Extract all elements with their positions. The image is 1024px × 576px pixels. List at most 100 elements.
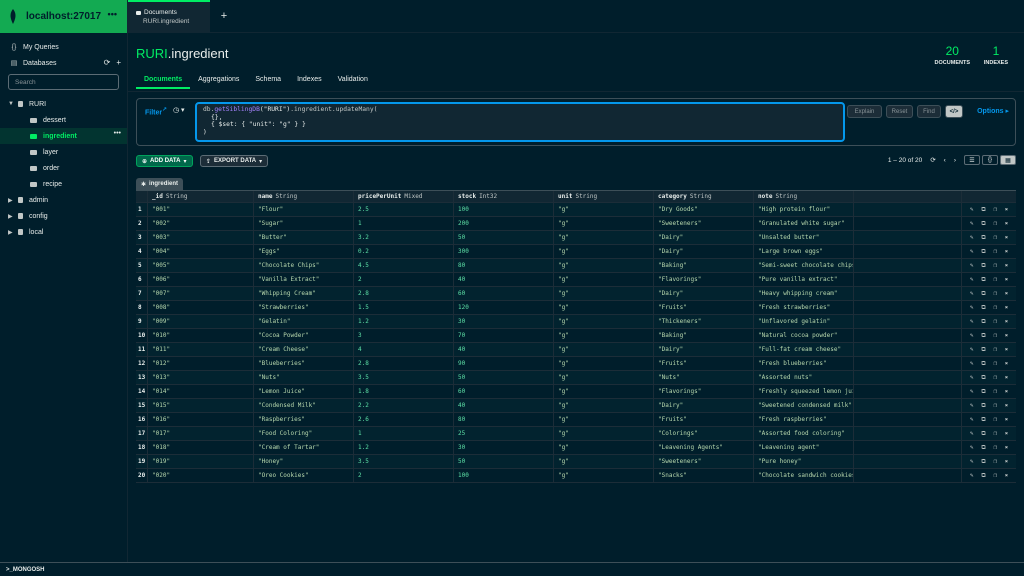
filter-label[interactable]: Filter↗	[145, 107, 167, 116]
cell-note[interactable]: "Assorted nuts"	[754, 371, 854, 384]
cell-stock[interactable]: 25	[454, 427, 554, 440]
cell-price-per-unit[interactable]: 2	[354, 273, 454, 286]
cell-category[interactable]: "Sweeteners"	[654, 217, 754, 230]
edit-icon[interactable]: ✎	[970, 416, 974, 423]
tab-documents[interactable]: Documents RURI.ingredient	[128, 0, 210, 32]
edit-icon[interactable]: ✎	[970, 220, 974, 227]
tab-documents-view[interactable]: Documents	[136, 71, 191, 89]
cell-name[interactable]: "Vanilla Extract"	[254, 273, 354, 286]
sidebar-collection-ingredient[interactable]: ingredient •••	[0, 128, 127, 144]
clone-icon[interactable]: ❐	[994, 234, 998, 241]
cell-stock[interactable]: 40	[454, 343, 554, 356]
query-history-button[interactable]: ◷ ▾	[173, 106, 185, 114]
cell-category[interactable]: "Flavorings"	[654, 273, 754, 286]
explain-button[interactable]: Explain	[847, 105, 882, 118]
cell-stock[interactable]: 90	[454, 357, 554, 370]
sidebar-collection-recipe[interactable]: recipe	[0, 176, 127, 192]
cell-id[interactable]: "002"	[148, 217, 254, 230]
refresh-icon[interactable]: ⟳	[930, 156, 935, 164]
sidebar-item-my-queries[interactable]: {} My Queries	[0, 39, 127, 55]
delete-icon[interactable]: ✖	[1005, 221, 1008, 227]
cell-unit[interactable]: "g"	[554, 287, 654, 300]
header-id[interactable]: _id String	[148, 191, 254, 202]
cell-name[interactable]: "Butter"	[254, 231, 354, 244]
cell-note[interactable]: "Fresh raspberries"	[754, 413, 854, 426]
cell-name[interactable]: "Gelatin"	[254, 315, 354, 328]
clone-icon[interactable]: ❐	[994, 276, 998, 283]
cell-name[interactable]: "Blueberries"	[254, 357, 354, 370]
header-name[interactable]: name String	[254, 191, 354, 202]
cell-category[interactable]: "Baking"	[654, 259, 754, 272]
cell-note[interactable]: "Heavy whipping cream"	[754, 287, 854, 300]
cell-name[interactable]: "Strawberries"	[254, 301, 354, 314]
cell-stock[interactable]: 50	[454, 231, 554, 244]
cell-category[interactable]: "Dairy"	[654, 231, 754, 244]
header-category[interactable]: category String	[654, 191, 754, 202]
cell-price-per-unit[interactable]: 2.2	[354, 399, 454, 412]
cell-category[interactable]: "Dry Goods"	[654, 203, 754, 216]
header-note[interactable]: note String	[754, 191, 854, 202]
connection-header[interactable]: localhost:27017 •••	[0, 0, 127, 33]
edit-icon[interactable]: ✎	[970, 430, 974, 437]
cell-name[interactable]: "Nuts"	[254, 371, 354, 384]
edit-icon[interactable]: ✎	[970, 444, 974, 451]
filter-editor[interactable]: db.getSiblingDB("RURI").ingredient.updat…	[195, 102, 845, 142]
table-row[interactable]: 16 "016" "Raspberries" 2.6 80 "g" "Fruits" "Fre…	[136, 413, 1016, 427]
delete-icon[interactable]: ✖	[1005, 277, 1008, 283]
cell-price-per-unit[interactable]: 2.5	[354, 203, 454, 216]
delete-icon[interactable]: ✖	[1005, 291, 1008, 297]
cell-unit[interactable]: "g"	[554, 343, 654, 356]
copy-icon[interactable]: ⧉	[981, 220, 985, 228]
cell-id[interactable]: "012"	[148, 357, 254, 370]
refresh-icon[interactable]: ⟳	[104, 58, 111, 67]
table-row[interactable]: 13 "013" "Nuts" 3.5 50 "g" "Nuts" "Assorted nut…	[136, 371, 1016, 385]
cell-id[interactable]: "005"	[148, 259, 254, 272]
cell-category[interactable]: "Leavening Agents"	[654, 441, 754, 454]
cell-price-per-unit[interactable]: 1	[354, 217, 454, 230]
cell-stock[interactable]: 80	[454, 259, 554, 272]
cell-price-per-unit[interactable]: 1.8	[354, 385, 454, 398]
cell-note[interactable]: "Pure vanilla extract"	[754, 273, 854, 286]
edit-icon[interactable]: ✎	[970, 304, 974, 311]
cell-name[interactable]: "Oreo Cookies"	[254, 469, 354, 482]
cell-unit[interactable]: "g"	[554, 455, 654, 468]
delete-icon[interactable]: ✖	[1005, 389, 1008, 395]
cell-note[interactable]: "Unflavored gelatin"	[754, 315, 854, 328]
copy-icon[interactable]: ⧉	[981, 388, 985, 396]
edit-icon[interactable]: ✎	[970, 402, 974, 409]
cell-stock[interactable]: 60	[454, 287, 554, 300]
cell-category[interactable]: "Nuts"	[654, 371, 754, 384]
cell-note[interactable]: "Fresh strawberries"	[754, 301, 854, 314]
copy-icon[interactable]: ⧉	[981, 346, 985, 354]
sidebar-db-admin[interactable]: ▶ admin	[0, 192, 127, 208]
copy-icon[interactable]: ⧉	[981, 304, 985, 312]
table-row[interactable]: 7 "007" "Whipping Cream" 2.8 60 "g" "Dairy" "He…	[136, 287, 1016, 301]
cell-id[interactable]: "004"	[148, 245, 254, 258]
table-row[interactable]: 15 "015" "Condensed Milk" 2.2 40 "g" "Dairy" "S…	[136, 399, 1016, 413]
clone-icon[interactable]: ❐	[994, 262, 998, 269]
cell-note[interactable]: "Leavening agent"	[754, 441, 854, 454]
table-row[interactable]: 1 "001" "Flour" 2.5 100 "g" "Dry Goods" "High p…	[136, 203, 1016, 217]
edit-icon[interactable]: ✎	[970, 374, 974, 381]
cell-price-per-unit[interactable]: 3	[354, 329, 454, 342]
cell-stock[interactable]: 50	[454, 455, 554, 468]
cell-unit[interactable]: "g"	[554, 273, 654, 286]
sidebar-db-local[interactable]: ▶ local	[0, 224, 127, 240]
connection-menu-icon[interactable]: •••	[108, 9, 117, 19]
cell-unit[interactable]: "g"	[554, 329, 654, 342]
clone-icon[interactable]: ❐	[994, 374, 998, 381]
edit-icon[interactable]: ✎	[970, 472, 974, 479]
tab-aggregations[interactable]: Aggregations	[190, 71, 247, 89]
copy-icon[interactable]: ⧉	[981, 206, 985, 214]
cell-id[interactable]: "018"	[148, 441, 254, 454]
cell-category[interactable]: "Snacks"	[654, 469, 754, 482]
cell-unit[interactable]: "g"	[554, 371, 654, 384]
cell-price-per-unit[interactable]: 1.2	[354, 441, 454, 454]
table-row[interactable]: 9 "009" "Gelatin" 1.2 30 "g" "Thickeners" "Unfl…	[136, 315, 1016, 329]
cell-name[interactable]: "Raspberries"	[254, 413, 354, 426]
delete-icon[interactable]: ✖	[1005, 417, 1008, 423]
cell-note[interactable]: "Pure honey"	[754, 455, 854, 468]
prev-page-icon[interactable]: ‹	[944, 157, 946, 164]
cell-stock[interactable]: 40	[454, 399, 554, 412]
cell-name[interactable]: "Food Coloring"	[254, 427, 354, 440]
